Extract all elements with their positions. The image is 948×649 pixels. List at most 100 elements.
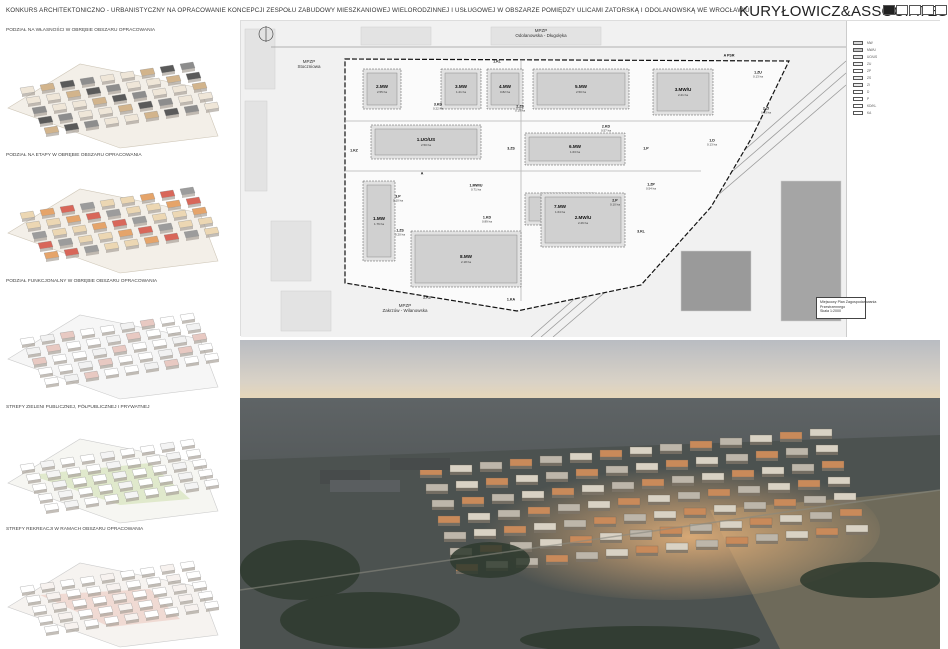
zone-code-label: 1.UO/US xyxy=(417,137,435,142)
rendered-building xyxy=(635,545,659,554)
rendered-building-shadow xyxy=(534,530,556,533)
rendered-building xyxy=(551,487,575,496)
rendered-building-shadow xyxy=(756,541,778,544)
legend-item: ZP xyxy=(853,69,871,73)
rendered-building xyxy=(605,548,629,557)
rendered-building-shadow xyxy=(426,491,448,494)
rendered-building xyxy=(443,531,467,540)
legend-code: ZS xyxy=(867,76,872,80)
legend-code: ZI xyxy=(867,83,870,87)
rendered-building xyxy=(479,461,503,470)
rendered-building xyxy=(533,522,557,531)
rendered-building xyxy=(797,479,821,488)
rendered-building-shadow xyxy=(690,531,712,534)
rendered-building-shadow xyxy=(840,516,862,519)
rendered-building-shadow xyxy=(654,518,676,521)
rendered-building-shadow xyxy=(804,503,826,506)
rendered-building xyxy=(437,515,461,524)
rendered-building xyxy=(773,498,797,507)
zone-building xyxy=(490,72,520,106)
rendered-building-shadow xyxy=(822,468,844,471)
legend-swatch xyxy=(853,55,863,59)
rendered-building xyxy=(779,514,803,523)
rendered-building xyxy=(845,524,869,533)
zone-area-label: 0.13 ha xyxy=(707,143,717,147)
sheet-index-box xyxy=(935,5,947,15)
rendered-building-shadow xyxy=(828,484,850,487)
ownership-axonometric xyxy=(7,61,220,149)
rendered-building xyxy=(545,471,569,480)
rendered-building-shadow xyxy=(510,466,532,469)
rendered-building xyxy=(449,464,473,473)
zone-code-label: 3.KL xyxy=(637,230,646,234)
zone-code-label: A PSR xyxy=(724,54,735,58)
zone-area-label: 0.20 ha xyxy=(395,233,405,237)
diagram-column: PODZIAŁ NA WŁASNOŚCI W OBRĘBIE OBSZARU O… xyxy=(0,22,235,649)
zone-area-label: 2.50 ha xyxy=(576,90,586,94)
rendered-building xyxy=(737,485,761,494)
zone-area-label: 0.22 ha xyxy=(433,107,443,111)
legend-item: ZI xyxy=(853,83,870,87)
aerial-rendering xyxy=(240,340,940,649)
zone-code-label: 8.MW xyxy=(460,254,473,259)
sheet-index-boxes xyxy=(883,5,947,15)
rendered-building-shadow xyxy=(798,487,820,490)
legend-code: ZU xyxy=(867,62,872,66)
rendered-building xyxy=(749,434,773,443)
zone-code-label: 1.KL xyxy=(493,60,502,64)
rendered-building xyxy=(809,511,833,520)
rendered-building xyxy=(473,528,497,537)
rendered-building xyxy=(785,447,809,456)
sheet-index-box xyxy=(883,5,895,15)
rendered-building-shadow xyxy=(816,452,838,455)
zoning-plan-drawing: 2.MW2.55 ha3.MW1.21 ha4.MW0.82 ha5.MW2.5… xyxy=(241,21,846,337)
legend-code: MW/U xyxy=(867,48,876,52)
rendered-building xyxy=(665,459,689,468)
rendered-building-shadow xyxy=(450,472,472,475)
legend-item: UO/US xyxy=(853,55,877,59)
zone-area-label: 0.89 ha xyxy=(482,220,492,224)
rendered-building xyxy=(779,431,803,440)
rendered-building-shadow xyxy=(498,517,520,520)
rendered-building xyxy=(749,517,773,526)
rendered-building-shadow xyxy=(612,489,634,492)
legend-swatch xyxy=(853,41,863,45)
rendered-building-shadow xyxy=(750,525,772,528)
zone-code-label: 2.KL xyxy=(423,296,432,300)
rendered-building-shadow xyxy=(474,536,496,539)
rendered-building-shadow xyxy=(780,439,802,442)
rendered-building-shadow xyxy=(666,467,688,470)
rendered-building-shadow xyxy=(558,511,580,514)
legend-item: D xyxy=(853,90,869,94)
zone-area-label: 0.13 ha xyxy=(753,75,763,79)
legend-item: ZS xyxy=(853,76,871,80)
rendered-building-shadow xyxy=(738,493,760,496)
rendered-building xyxy=(665,542,689,551)
zone-code-label: A xyxy=(421,172,424,176)
rendered-building xyxy=(827,476,851,485)
legend-code: MW xyxy=(867,41,873,45)
zoning-plan-map: 2.MW 2.55 ha 3.MW 1.21 ha 4.MW 0.82 ha 5.MW 2.5… xyxy=(240,20,941,337)
zone-code-label: 2.MW xyxy=(376,84,389,89)
zone-code-label: 7.MW xyxy=(554,204,567,209)
legend-swatch xyxy=(853,90,863,94)
legend-swatch xyxy=(853,69,863,73)
rendered-building xyxy=(701,472,725,481)
rendered-building xyxy=(821,460,845,469)
rendered-building xyxy=(461,496,485,505)
rendered-building-shadow xyxy=(552,495,574,498)
zone-area-label: 0.82 ha xyxy=(500,90,510,94)
rendered-building xyxy=(593,516,617,525)
rendered-building-shadow xyxy=(690,448,712,451)
rendered-building xyxy=(713,504,737,513)
map-legend: MW MW/U UO/US ZU ZP ZS ZI D P KD/KL KA xyxy=(846,21,941,337)
rendered-building-shadow xyxy=(696,464,718,467)
rendered-building-shadow xyxy=(678,499,700,502)
panel-recreation: STREFY REKREACJI W RAMACH OBSZARU OPRACO… xyxy=(0,527,235,649)
zone-area-label: 1.64 ha xyxy=(555,210,565,214)
rendered-building xyxy=(515,474,539,483)
rendered-building xyxy=(761,466,785,475)
rendered-building-shadow xyxy=(792,471,814,474)
rendered-building-shadow xyxy=(438,523,460,526)
sheet-index-box xyxy=(922,5,934,15)
